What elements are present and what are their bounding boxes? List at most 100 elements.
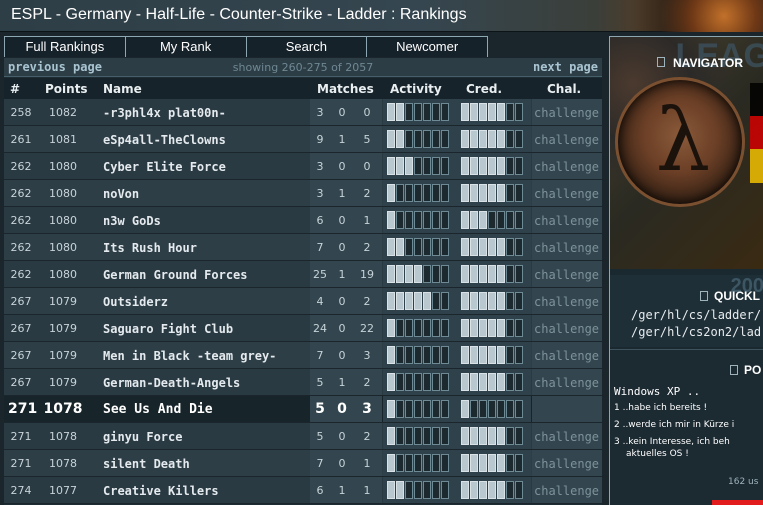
matches-played-cell: 5 xyxy=(315,401,325,417)
team-name-link[interactable]: n3w GoDs xyxy=(103,214,161,228)
challenge-link[interactable]: challenge xyxy=(534,376,599,390)
poll-heading: PO xyxy=(610,361,763,381)
next-page-link[interactable]: next page xyxy=(533,60,598,74)
challenge-link[interactable]: challenge xyxy=(534,268,599,282)
cred-meter-segment xyxy=(515,265,523,283)
tab-full-rankings[interactable]: Full Rankings xyxy=(5,37,126,57)
matches-won-cell: 3 xyxy=(362,401,372,417)
team-name-link[interactable]: eSp4all-TheClowns xyxy=(103,133,226,147)
activity-meter-segment xyxy=(414,454,422,472)
header-artwork xyxy=(633,0,763,32)
tab-search[interactable]: Search xyxy=(246,37,368,57)
points-cell: 1078 xyxy=(43,401,83,417)
challenge-link[interactable]: challenge xyxy=(534,187,599,201)
activity-meter-segment xyxy=(423,454,431,472)
activity-meter-segment xyxy=(387,130,395,148)
team-name-link[interactable]: Creative Killers xyxy=(103,484,219,498)
challenge-link[interactable]: challenge xyxy=(534,322,599,336)
challenge-link[interactable]: challenge xyxy=(534,295,599,309)
activity-meter-segment xyxy=(441,400,449,418)
matches-won-cell: 19 xyxy=(360,268,374,281)
activity-meter-segment xyxy=(423,238,431,256)
challenge-link[interactable]: challenge xyxy=(534,133,599,147)
title-bar: ESPL - Germany - Half-Life - Counter-Str… xyxy=(0,0,763,32)
challenge-link[interactable]: challenge xyxy=(534,349,599,363)
team-name-link[interactable]: silent Death xyxy=(103,457,190,471)
poll-option-2[interactable]: 2 ..werde ich mir in Kürze i xyxy=(614,420,734,430)
table-row: 267 1079 Men in Black -team grey- 7 0 3 challe… xyxy=(4,342,602,369)
activity-meter-segment xyxy=(441,319,449,337)
cred-meter-segment xyxy=(461,481,469,499)
poll-option-1[interactable]: 1 ..habe ich bereits ! xyxy=(614,403,707,413)
poll-option-3[interactable]: 3 ..kein Interesse, ich beh xyxy=(614,437,730,447)
cred-meter-segment xyxy=(497,211,505,229)
column-challenge: Chal. xyxy=(547,82,582,96)
activity-meter-segment xyxy=(441,481,449,499)
activity-meter-segment xyxy=(441,184,449,202)
activity-meter-segment xyxy=(441,346,449,364)
activity-meter xyxy=(387,157,449,175)
team-name-link[interactable]: Saguaro Fight Club xyxy=(103,322,233,336)
team-name-link[interactable]: German Ground Forces xyxy=(103,268,248,282)
activity-meter-segment xyxy=(396,130,404,148)
activity-meter-segment xyxy=(414,319,422,337)
activity-meter-segment xyxy=(396,238,404,256)
tab-my-rank[interactable]: My Rank xyxy=(125,37,247,57)
activity-meter-segment xyxy=(423,265,431,283)
rank-cell: 267 xyxy=(10,349,32,362)
poll-result-bar xyxy=(712,500,763,505)
activity-meter-segment xyxy=(387,373,395,391)
team-name-link[interactable]: ginyu Force xyxy=(103,430,182,444)
cred-meter-segment xyxy=(497,427,505,445)
tab-newcomer[interactable]: Newcomer xyxy=(367,37,488,57)
quicklink-cs-ladder[interactable]: /ger/hl/cs/ladder/ xyxy=(631,308,761,322)
activity-meter-segment xyxy=(414,157,422,175)
cred-meter-segment xyxy=(470,211,478,229)
challenge-link[interactable]: challenge xyxy=(534,106,599,120)
challenge-link[interactable]: challenge xyxy=(534,484,599,498)
activity-meter-segment xyxy=(441,211,449,229)
activity-meter-segment xyxy=(423,292,431,310)
matches-won-cell: 1 xyxy=(363,457,371,470)
team-name-link[interactable]: -r3phl4x plat00n- xyxy=(103,106,226,120)
cred-meter-segment xyxy=(470,400,478,418)
cred-meter-segment xyxy=(488,238,496,256)
matches-won-cell: 2 xyxy=(363,187,371,200)
team-name-link[interactable]: Its Rush Hour xyxy=(103,241,197,255)
activity-meter xyxy=(387,481,449,499)
cred-meter-segment xyxy=(470,184,478,202)
activity-meter-segment xyxy=(396,103,404,121)
activity-meter-segment xyxy=(441,427,449,445)
challenge-link[interactable]: challenge xyxy=(534,457,599,471)
challenge-link[interactable]: challenge xyxy=(534,214,599,228)
table-row: 267 1079 Outsiderz 4 0 2 challenge xyxy=(4,288,602,315)
activity-meter-segment xyxy=(387,265,395,283)
cred-meter-segment xyxy=(488,400,496,418)
activity-meter-segment xyxy=(387,427,395,445)
challenge-link[interactable]: challenge xyxy=(534,241,599,255)
pager-info: showing 260-275 of 2057 xyxy=(232,61,374,74)
activity-meter-segment xyxy=(405,211,413,229)
points-cell: 1080 xyxy=(49,214,77,227)
lambda-icon: λ xyxy=(655,91,711,191)
team-name-link[interactable]: Outsiderz xyxy=(103,295,168,309)
team-name-link[interactable]: noVon xyxy=(103,187,139,201)
matches-won-cell: 22 xyxy=(360,322,374,335)
activity-meter-segment xyxy=(414,238,422,256)
cred-meter-segment xyxy=(470,373,478,391)
activity-meter-segment xyxy=(441,238,449,256)
cred-meter-segment xyxy=(515,157,523,175)
matches-played-cell: 3 xyxy=(316,187,324,200)
team-name-link[interactable]: Men in Black -team grey- xyxy=(103,349,276,363)
team-name-link[interactable]: Cyber Elite Force xyxy=(103,160,226,174)
table-row: 262 1080 German Ground Forces 25 1 19 challeng… xyxy=(4,261,602,288)
challenge-link[interactable]: challenge xyxy=(534,160,599,174)
rank-cell: 262 xyxy=(10,268,32,281)
team-name-link[interactable]: See Us And Die xyxy=(103,402,213,417)
activity-meter-segment xyxy=(405,292,413,310)
quicklink-cs2on2-ladder[interactable]: /ger/hl/cs2on2/lad xyxy=(631,325,761,339)
activity-meter-segment xyxy=(432,481,440,499)
activity-meter-segment xyxy=(396,211,404,229)
challenge-link[interactable]: challenge xyxy=(534,430,599,444)
team-name-link[interactable]: German-Death-Angels xyxy=(103,376,240,390)
